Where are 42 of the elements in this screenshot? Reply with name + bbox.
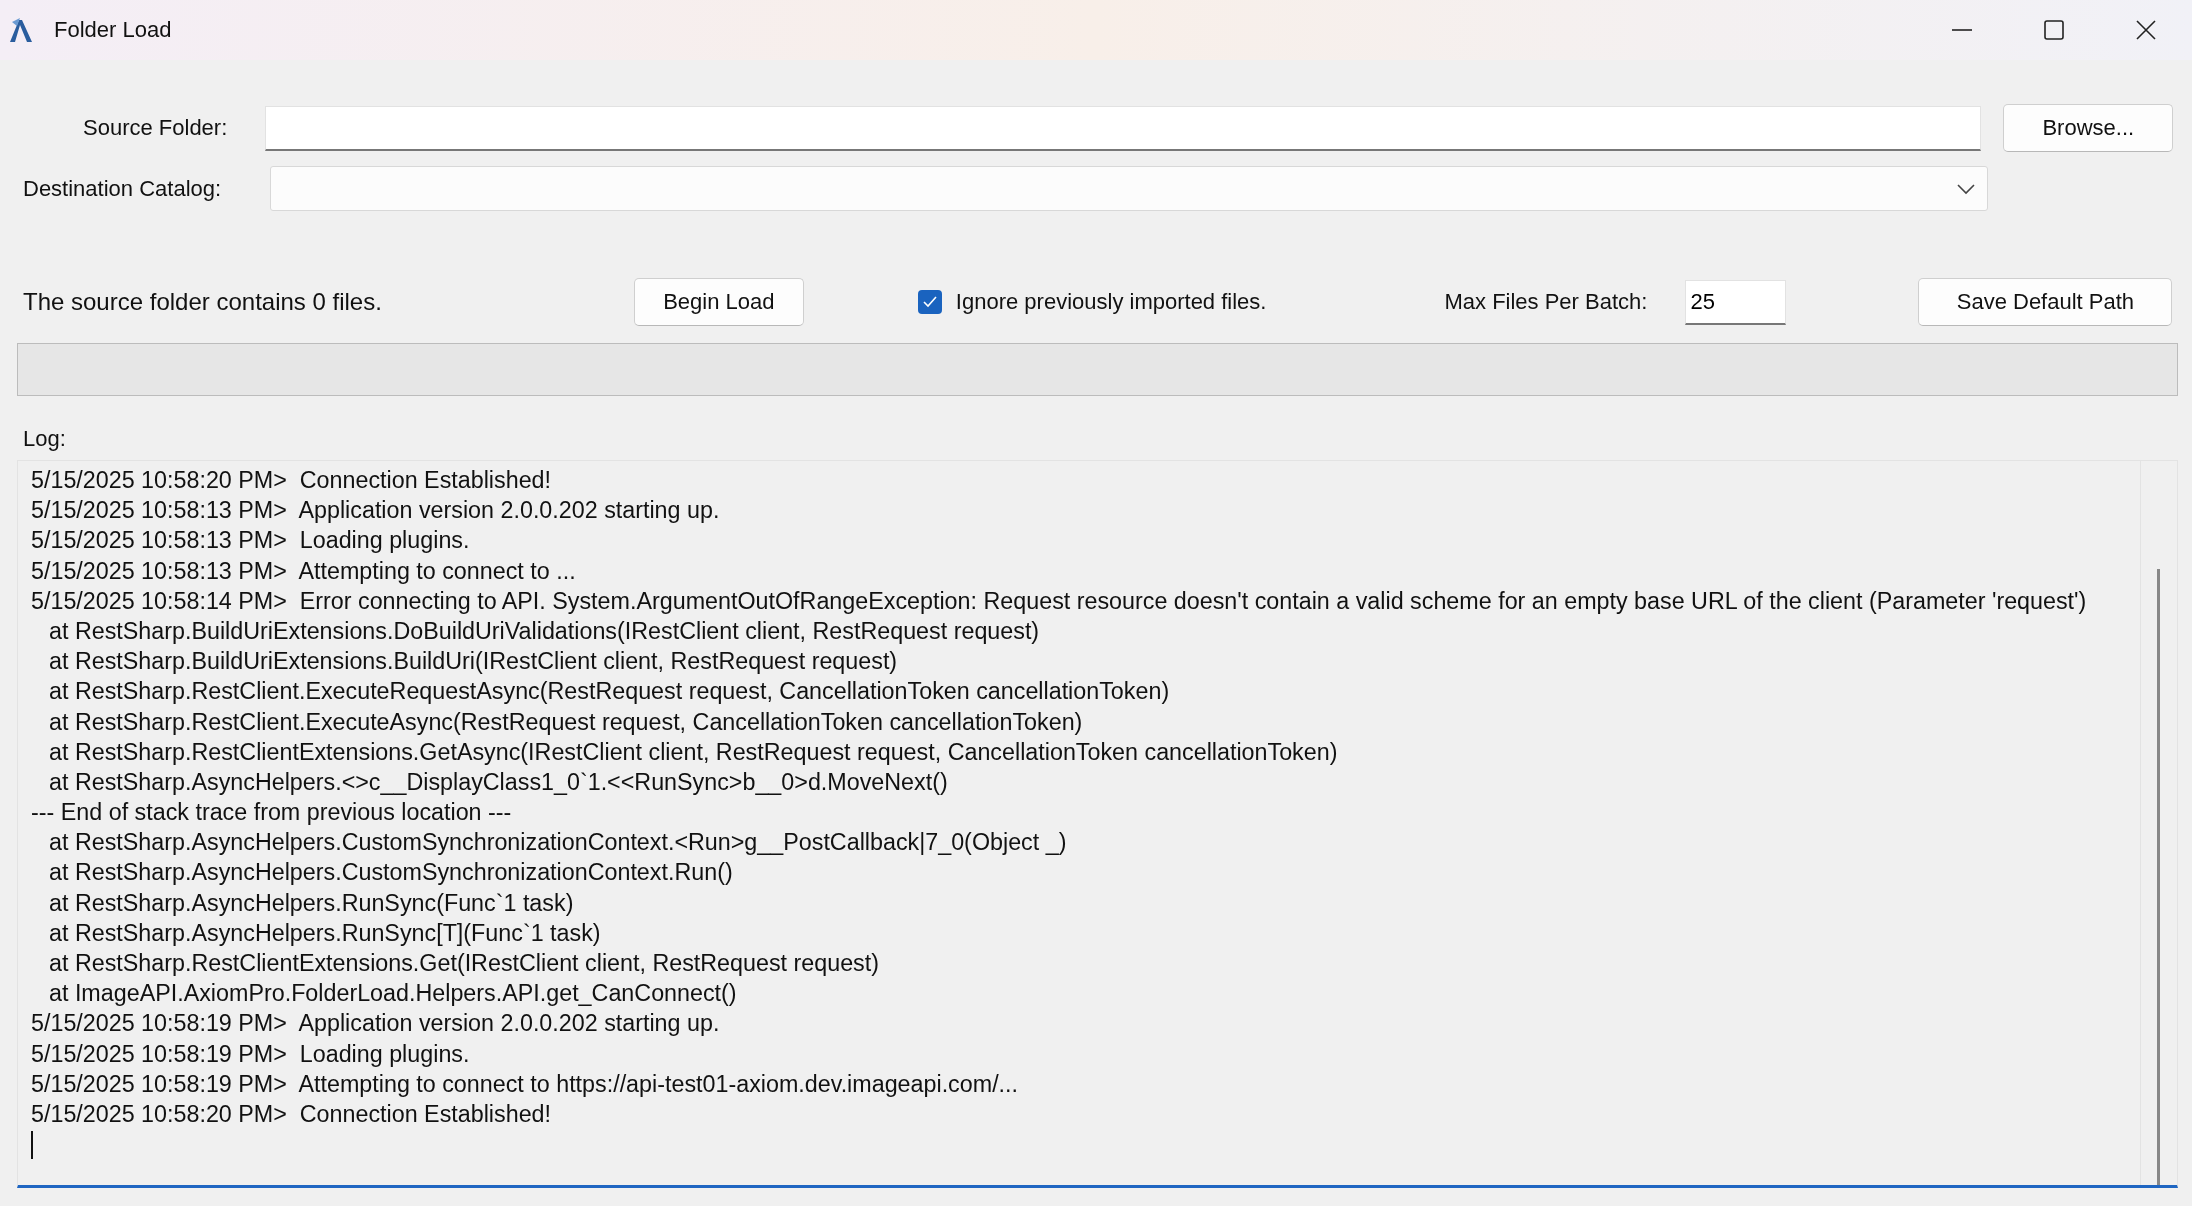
log-line: at RestSharp.AsyncHelpers.RunSync(Func`1 task): [48, 888, 575, 918]
log-line: 5/15/2025 10:58:19 PM> Loading plugins.: [31, 1039, 471, 1069]
maximize-icon[interactable]: [2043, 19, 2065, 41]
status-text: The source folder contains 0 files.: [23, 288, 382, 316]
log-line: 5/15/2025 10:58:13 PM> Loading plugins.: [31, 526, 471, 556]
log-line: at RestSharp.RestClientExtensions.Get(IRestClient client, RestRequest request): [48, 949, 880, 978]
log-line: 5/15/2025 10:58:14 PM> Error connecting to API. System.ArgumentOutOfRangeException: Request resource doesn't contain a valid scheme for an empty base URL of the client (Parameter 'request'): [31, 586, 2088, 616]
log-line: --- End of stack trace from previous location ---: [31, 798, 513, 828]
log-line: at RestSharp.RestClient.ExecuteRequestAsync(RestRequest request, CancellationToken cancellationToken): [48, 677, 1171, 707]
log-line: at RestSharp.AsyncHelpers.<>c__DisplayClass1_0`1.<<RunSync>b__0>d.MoveNext(): [48, 767, 949, 797]
log-line: at RestSharp.BuildUriExtensions.DoBuildUriValidations(IRestClient client, RestRequest request): [48, 616, 1041, 646]
log-label: Log:: [23, 426, 67, 453]
app-icon: [8, 16, 34, 44]
close-icon[interactable]: [2135, 19, 2157, 41]
scrollbar-thumb[interactable]: [2157, 569, 2160, 1185]
save-default-path-button[interactable]: Save Default Path: [1918, 278, 2173, 326]
field-label: Destination Catalog:: [23, 175, 222, 202]
log-line: 5/15/2025 10:58:20 PM> Connection Established!: [31, 1099, 553, 1129]
log-line: 5/15/2025 10:58:13 PM> Attempting to connect to ...: [31, 556, 577, 586]
log-line: 5/15/2025 10:58:13 PM> Application version 2.0.0.202 starting up.: [31, 496, 721, 526]
begin-load-button[interactable]: Begin Load: [633, 278, 804, 326]
checkmark-icon: [922, 296, 937, 308]
log-line: at RestSharp.RestClientExtensions.GetAsync(IRestClient client, RestRequest request, CancellationToken cancellationToken): [48, 737, 1339, 767]
log-line: at RestSharp.AsyncHelpers.CustomSynchronizationContext.Run(): [48, 858, 734, 888]
log-line: at ImageAPI.AxiomPro.FolderLoad.Helpers.API.get_CanConnect(): [48, 979, 738, 1009]
max-files-field[interactable]: 25: [1685, 279, 1787, 325]
log-line: at RestSharp.AsyncHelpers.CustomSynchronizationContext.<Run>g__PostCallback|7_0(Object _): [48, 828, 1068, 858]
log-line: at RestSharp.AsyncHelpers.RunSync[T](Func`1 task): [48, 918, 602, 948]
source-folder-field[interactable]: [265, 105, 1982, 151]
log-line: at RestSharp.BuildUriExtensions.BuildUri(IRestClient client, RestRequest request): [48, 647, 899, 677]
log-line: 5/15/2025 10:58:19 PM> Application version 2.0.0.202 starting up.: [31, 1009, 721, 1039]
log-line: at RestSharp.RestClient.ExecuteAsync(RestRequest request, CancellationToken cancellationToken): [48, 707, 1084, 737]
window-title: Folder Load: [54, 17, 172, 43]
field-label: Max Files Per Batch:: [1444, 289, 1648, 315]
field-label: Source Folder:: [83, 115, 228, 141]
checkbox[interactable]: [917, 290, 942, 314]
chevron-down-icon: [1957, 182, 1976, 195]
text-cursor: [31, 1131, 33, 1160]
log-line: 5/15/2025 10:58:20 PM> Connection Established!: [31, 466, 553, 495]
checkbox-label: Ignore previously imported files.: [955, 289, 1267, 315]
log-line: 5/15/2025 10:58:19 PM> Attempting to connect to https://api-test01-axiom.dev.imageapi.com/...: [31, 1069, 1020, 1099]
browse-button[interactable]: Browse...: [2003, 104, 2174, 152]
